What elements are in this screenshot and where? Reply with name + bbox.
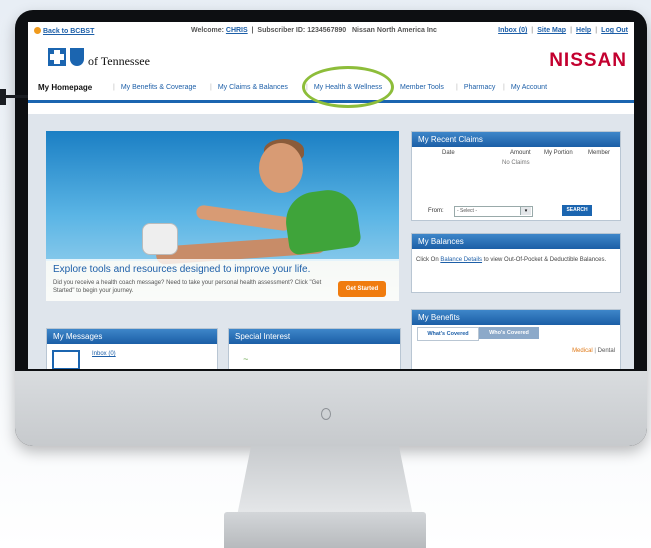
special-interest-title: Special Interest <box>229 329 400 344</box>
help-link[interactable]: Help <box>576 27 591 34</box>
site-map-link[interactable]: Site Map <box>537 27 566 34</box>
tab-my-benefits-coverage[interactable]: My Benefits & Coverage <box>113 84 196 91</box>
balances-widget: My Balances Click On Balance Details to … <box>411 233 621 293</box>
main-content: Explore tools and resources designed to … <box>28 114 634 369</box>
shield-icon <box>70 48 84 66</box>
tab-my-account[interactable]: My Account <box>503 84 547 91</box>
column-my-portion: My Portion <box>544 150 573 156</box>
hero-figure-torso <box>282 186 362 256</box>
hero-figure-arm <box>195 204 292 232</box>
tab-member-tools[interactable]: Member Tools <box>400 84 444 91</box>
tab-my-claims-balances[interactable]: My Claims & Balances <box>210 84 288 91</box>
tab-pharmacy[interactable]: Pharmacy <box>456 84 496 91</box>
from-label: From: <box>428 208 444 214</box>
recent-claims-title: My Recent Claims <box>412 132 620 147</box>
envelope-icon <box>52 350 80 369</box>
balances-text: Click On Balance Details to view Out-Of-… <box>416 257 607 263</box>
medical-link[interactable]: Medical <box>572 348 593 354</box>
power-button <box>321 408 331 420</box>
monitor-base <box>224 512 426 548</box>
hero-banner: Explore tools and resources designed to … <box>46 131 399 301</box>
top-bar: Back to BCBST Welcome: CHRIS | Subscribe… <box>28 22 634 38</box>
hero-figure-shoe <box>142 223 178 255</box>
recent-claims-widget: My Recent Claims Date Amount My Portion … <box>411 131 621 221</box>
column-date: Date <box>442 150 455 156</box>
balance-details-link[interactable]: Balance Details <box>440 257 482 263</box>
messages-title: My Messages <box>47 329 217 344</box>
special-interest-widget: Special Interest ~ <box>228 328 401 369</box>
tab-whos-covered[interactable]: Who's Covered <box>479 327 539 339</box>
monitor-chin <box>15 371 647 446</box>
log-out-link[interactable]: Log Out <box>601 27 628 34</box>
screen: Back to BCBST Welcome: CHRIS | Subscribe… <box>28 22 634 369</box>
arrow-circle-icon <box>34 27 41 34</box>
benefits-widget: My Benefits What's Covered Who's Covered… <box>411 309 621 369</box>
hero-figure-head <box>259 143 303 193</box>
back-to-bcbst-link[interactable]: Back to BCBST <box>34 27 94 35</box>
utility-nav: Inbox (0) | Site Map | Help | Log Out <box>498 27 628 34</box>
cross-icon <box>48 48 66 66</box>
no-claims-text: No Claims <box>502 160 530 166</box>
search-button[interactable]: SEARCH <box>562 205 592 216</box>
nissan-logo: NISSAN <box>549 50 627 71</box>
get-started-button[interactable]: Get Started <box>338 281 386 297</box>
messages-widget: My Messages Inbox (0) <box>46 328 218 369</box>
column-member: Member <box>588 150 611 156</box>
hero-title: Explore tools and resources designed to … <box>53 264 311 275</box>
chevron-down-icon[interactable]: ▾ <box>520 207 531 215</box>
balances-title: My Balances <box>412 234 620 249</box>
wellness-logo-icon: ~ <box>243 354 249 364</box>
column-amount: Amount <box>510 150 531 156</box>
tab-whats-covered[interactable]: What's Covered <box>417 327 479 341</box>
monitor-stand <box>237 446 413 516</box>
benefit-type-links: Medical | Dental <box>572 348 615 354</box>
hero-text: Did you receive a health coach message? … <box>53 280 322 294</box>
messages-inbox-link[interactable]: Inbox (0) <box>92 351 116 357</box>
user-name-link[interactable]: CHRIS <box>226 27 248 34</box>
tab-my-homepage[interactable]: My Homepage <box>38 83 92 92</box>
inbox-link[interactable]: Inbox (0) <box>498 27 527 34</box>
dental-link[interactable]: Dental <box>598 348 615 354</box>
welcome-text: Welcome: CHRIS | Subscriber ID: 12345678… <box>191 27 437 34</box>
benefits-title: My Benefits <box>412 310 620 325</box>
highlight-ring <box>302 66 394 108</box>
